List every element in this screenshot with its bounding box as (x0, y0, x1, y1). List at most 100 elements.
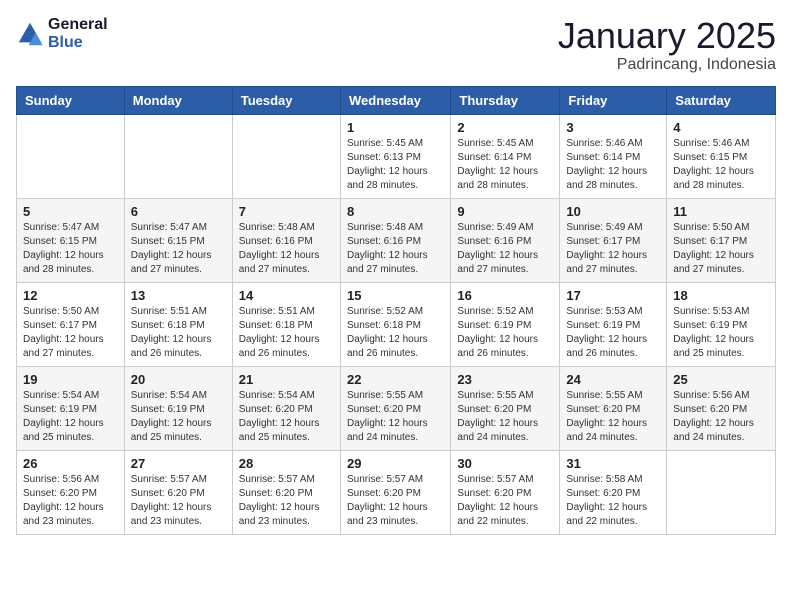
day-info: Sunrise: 5:58 AM Sunset: 6:20 PM Dayligh… (566, 473, 660, 529)
day-info: Sunrise: 5:48 AM Sunset: 6:16 PM Dayligh… (347, 221, 444, 277)
day-info: Sunrise: 5:46 AM Sunset: 6:15 PM Dayligh… (673, 137, 769, 193)
day-number: 24 (566, 372, 660, 387)
page-header: General Blue January 2025 Padrincang, In… (16, 16, 776, 74)
calendar-cell: 27Sunrise: 5:57 AM Sunset: 6:20 PM Dayli… (124, 450, 232, 534)
calendar-cell: 8Sunrise: 5:48 AM Sunset: 6:16 PM Daylig… (340, 198, 450, 282)
day-number: 14 (239, 288, 334, 303)
day-number: 9 (457, 204, 553, 219)
day-number: 17 (566, 288, 660, 303)
calendar-cell: 21 Sunrise: 5:54 AM Sunset: 6:20 PM Dayli… (232, 366, 340, 450)
day-info: Sunrise: 5:54 AM Sunset: 6:19 PM Dayligh… (23, 389, 118, 445)
calendar-header-row: SundayMondayTuesdayWednesdayThursdayFrid… (17, 86, 776, 114)
day-number: 6 (131, 204, 226, 219)
day-info: Sunrise: 5:48 AM Sunset: 6:16 PM Dayligh… (239, 221, 334, 277)
calendar-cell: 15 Sunrise: 5:52 AM Sunset: 6:18 PM Dayli… (340, 282, 450, 366)
day-header-wednesday: Wednesday (340, 86, 450, 114)
day-number: 30 (457, 456, 553, 471)
day-number: 19 (23, 372, 118, 387)
calendar-cell: 29 Sunrise: 5:57 AM Sunset: 6:20 PM Dayli… (340, 450, 450, 534)
logo-text: General Blue (48, 16, 108, 52)
calendar-cell: 11 Sunrise: 5:50 AM Sunset: 6:17 PM Dayli… (667, 198, 776, 282)
day-number: 29 (347, 456, 444, 471)
day-header-thursday: Thursday (451, 86, 560, 114)
calendar-table: SundayMondayTuesdayWednesdayThursdayFrid… (16, 86, 776, 535)
calendar-week-row: 5 Sunrise: 5:47 AM Sunset: 6:15 PM Daylig… (17, 198, 776, 282)
calendar-cell: 25Sunrise: 5:56 AM Sunset: 6:20 PM Dayli… (667, 366, 776, 450)
day-info: Sunrise: 5:46 AM Sunset: 6:14 PM Dayligh… (566, 137, 660, 193)
day-info: Sunrise: 5:54 AM Sunset: 6:19 PM Dayligh… (131, 389, 226, 445)
day-number: 27 (131, 456, 226, 471)
day-info: Sunrise: 5:51 AM Sunset: 6:18 PM Dayligh… (131, 305, 226, 361)
day-number: 20 (131, 372, 226, 387)
title-block: January 2025 Padrincang, Indonesia (558, 16, 776, 74)
day-number: 25 (673, 372, 769, 387)
calendar-cell: 6 Sunrise: 5:47 AM Sunset: 6:15 PM Daylig… (124, 198, 232, 282)
day-number: 2 (457, 120, 553, 135)
day-header-monday: Monday (124, 86, 232, 114)
day-number: 5 (23, 204, 118, 219)
calendar-cell: 12Sunrise: 5:50 AM Sunset: 6:17 PM Dayli… (17, 282, 125, 366)
calendar-week-row: 19 Sunrise: 5:54 AM Sunset: 6:19 PM Dayli… (17, 366, 776, 450)
calendar-cell: 1 Sunrise: 5:45 AM Sunset: 6:13 PM Daylig… (340, 114, 450, 198)
day-info: Sunrise: 5:53 AM Sunset: 6:19 PM Dayligh… (673, 305, 769, 361)
day-info: Sunrise: 5:54 AM Sunset: 6:20 PM Dayligh… (239, 389, 334, 445)
day-number: 18 (673, 288, 769, 303)
day-info: Sunrise: 5:50 AM Sunset: 6:17 PM Dayligh… (673, 221, 769, 277)
day-info: Sunrise: 5:57 AM Sunset: 6:20 PM Dayligh… (347, 473, 444, 529)
calendar-cell (232, 114, 340, 198)
day-info: Sunrise: 5:53 AM Sunset: 6:19 PM Dayligh… (566, 305, 660, 361)
day-info: Sunrise: 5:47 AM Sunset: 6:15 PM Dayligh… (131, 221, 226, 277)
calendar-cell: 30 Sunrise: 5:57 AM Sunset: 6:20 PM Dayli… (451, 450, 560, 534)
day-info: Sunrise: 5:57 AM Sunset: 6:20 PM Dayligh… (457, 473, 553, 529)
day-number: 12 (23, 288, 118, 303)
day-number: 13 (131, 288, 226, 303)
day-number: 16 (457, 288, 553, 303)
day-info: Sunrise: 5:55 AM Sunset: 6:20 PM Dayligh… (347, 389, 444, 445)
day-info: Sunrise: 5:55 AM Sunset: 6:20 PM Dayligh… (566, 389, 660, 445)
day-info: Sunrise: 5:52 AM Sunset: 6:18 PM Dayligh… (347, 305, 444, 361)
calendar-cell: 18 Sunrise: 5:53 AM Sunset: 6:19 PM Dayli… (667, 282, 776, 366)
day-number: 21 (239, 372, 334, 387)
calendar-cell: 16 Sunrise: 5:52 AM Sunset: 6:19 PM Dayli… (451, 282, 560, 366)
day-number: 22 (347, 372, 444, 387)
day-info: Sunrise: 5:49 AM Sunset: 6:17 PM Dayligh… (566, 221, 660, 277)
day-header-sunday: Sunday (17, 86, 125, 114)
location-subtitle: Padrincang, Indonesia (558, 56, 776, 74)
calendar-cell: 20 Sunrise: 5:54 AM Sunset: 6:19 PM Dayli… (124, 366, 232, 450)
day-number: 1 (347, 120, 444, 135)
day-info: Sunrise: 5:51 AM Sunset: 6:18 PM Dayligh… (239, 305, 334, 361)
day-number: 28 (239, 456, 334, 471)
day-info: Sunrise: 5:47 AM Sunset: 6:15 PM Dayligh… (23, 221, 118, 277)
calendar-cell: 24 Sunrise: 5:55 AM Sunset: 6:20 PM Dayli… (560, 366, 667, 450)
day-number: 4 (673, 120, 769, 135)
day-info: Sunrise: 5:57 AM Sunset: 6:20 PM Dayligh… (239, 473, 334, 529)
calendar-week-row: 26 Sunrise: 5:56 AM Sunset: 6:20 PM Dayli… (17, 450, 776, 534)
calendar-cell: 10 Sunrise: 5:49 AM Sunset: 6:17 PM Dayli… (560, 198, 667, 282)
calendar-cell: 4 Sunrise: 5:46 AM Sunset: 6:15 PM Daylig… (667, 114, 776, 198)
day-number: 10 (566, 204, 660, 219)
day-number: 15 (347, 288, 444, 303)
day-info: Sunrise: 5:56 AM Sunset: 6:20 PM Dayligh… (23, 473, 118, 529)
calendar-cell: 17 Sunrise: 5:53 AM Sunset: 6:19 PM Dayli… (560, 282, 667, 366)
day-number: 23 (457, 372, 553, 387)
calendar-cell: 2 Sunrise: 5:45 AM Sunset: 6:14 PM Daylig… (451, 114, 560, 198)
day-info: Sunrise: 5:55 AM Sunset: 6:20 PM Dayligh… (457, 389, 553, 445)
calendar-cell: 31 Sunrise: 5:58 AM Sunset: 6:20 PM Dayli… (560, 450, 667, 534)
day-number: 26 (23, 456, 118, 471)
day-info: Sunrise: 5:45 AM Sunset: 6:13 PM Dayligh… (347, 137, 444, 193)
calendar-cell: 19 Sunrise: 5:54 AM Sunset: 6:19 PM Dayli… (17, 366, 125, 450)
day-number: 31 (566, 456, 660, 471)
day-number: 7 (239, 204, 334, 219)
calendar-cell: 3Sunrise: 5:46 AM Sunset: 6:14 PM Daylig… (560, 114, 667, 198)
calendar-cell: 5 Sunrise: 5:47 AM Sunset: 6:15 PM Daylig… (17, 198, 125, 282)
day-number: 11 (673, 204, 769, 219)
day-info: Sunrise: 5:45 AM Sunset: 6:14 PM Dayligh… (457, 137, 553, 193)
day-header-friday: Friday (560, 86, 667, 114)
day-header-saturday: Saturday (667, 86, 776, 114)
day-info: Sunrise: 5:49 AM Sunset: 6:16 PM Dayligh… (457, 221, 553, 277)
calendar-cell: 26 Sunrise: 5:56 AM Sunset: 6:20 PM Dayli… (17, 450, 125, 534)
calendar-cell: 23 Sunrise: 5:55 AM Sunset: 6:20 PM Dayli… (451, 366, 560, 450)
day-info: Sunrise: 5:52 AM Sunset: 6:19 PM Dayligh… (457, 305, 553, 361)
calendar-cell (17, 114, 125, 198)
calendar-cell (124, 114, 232, 198)
